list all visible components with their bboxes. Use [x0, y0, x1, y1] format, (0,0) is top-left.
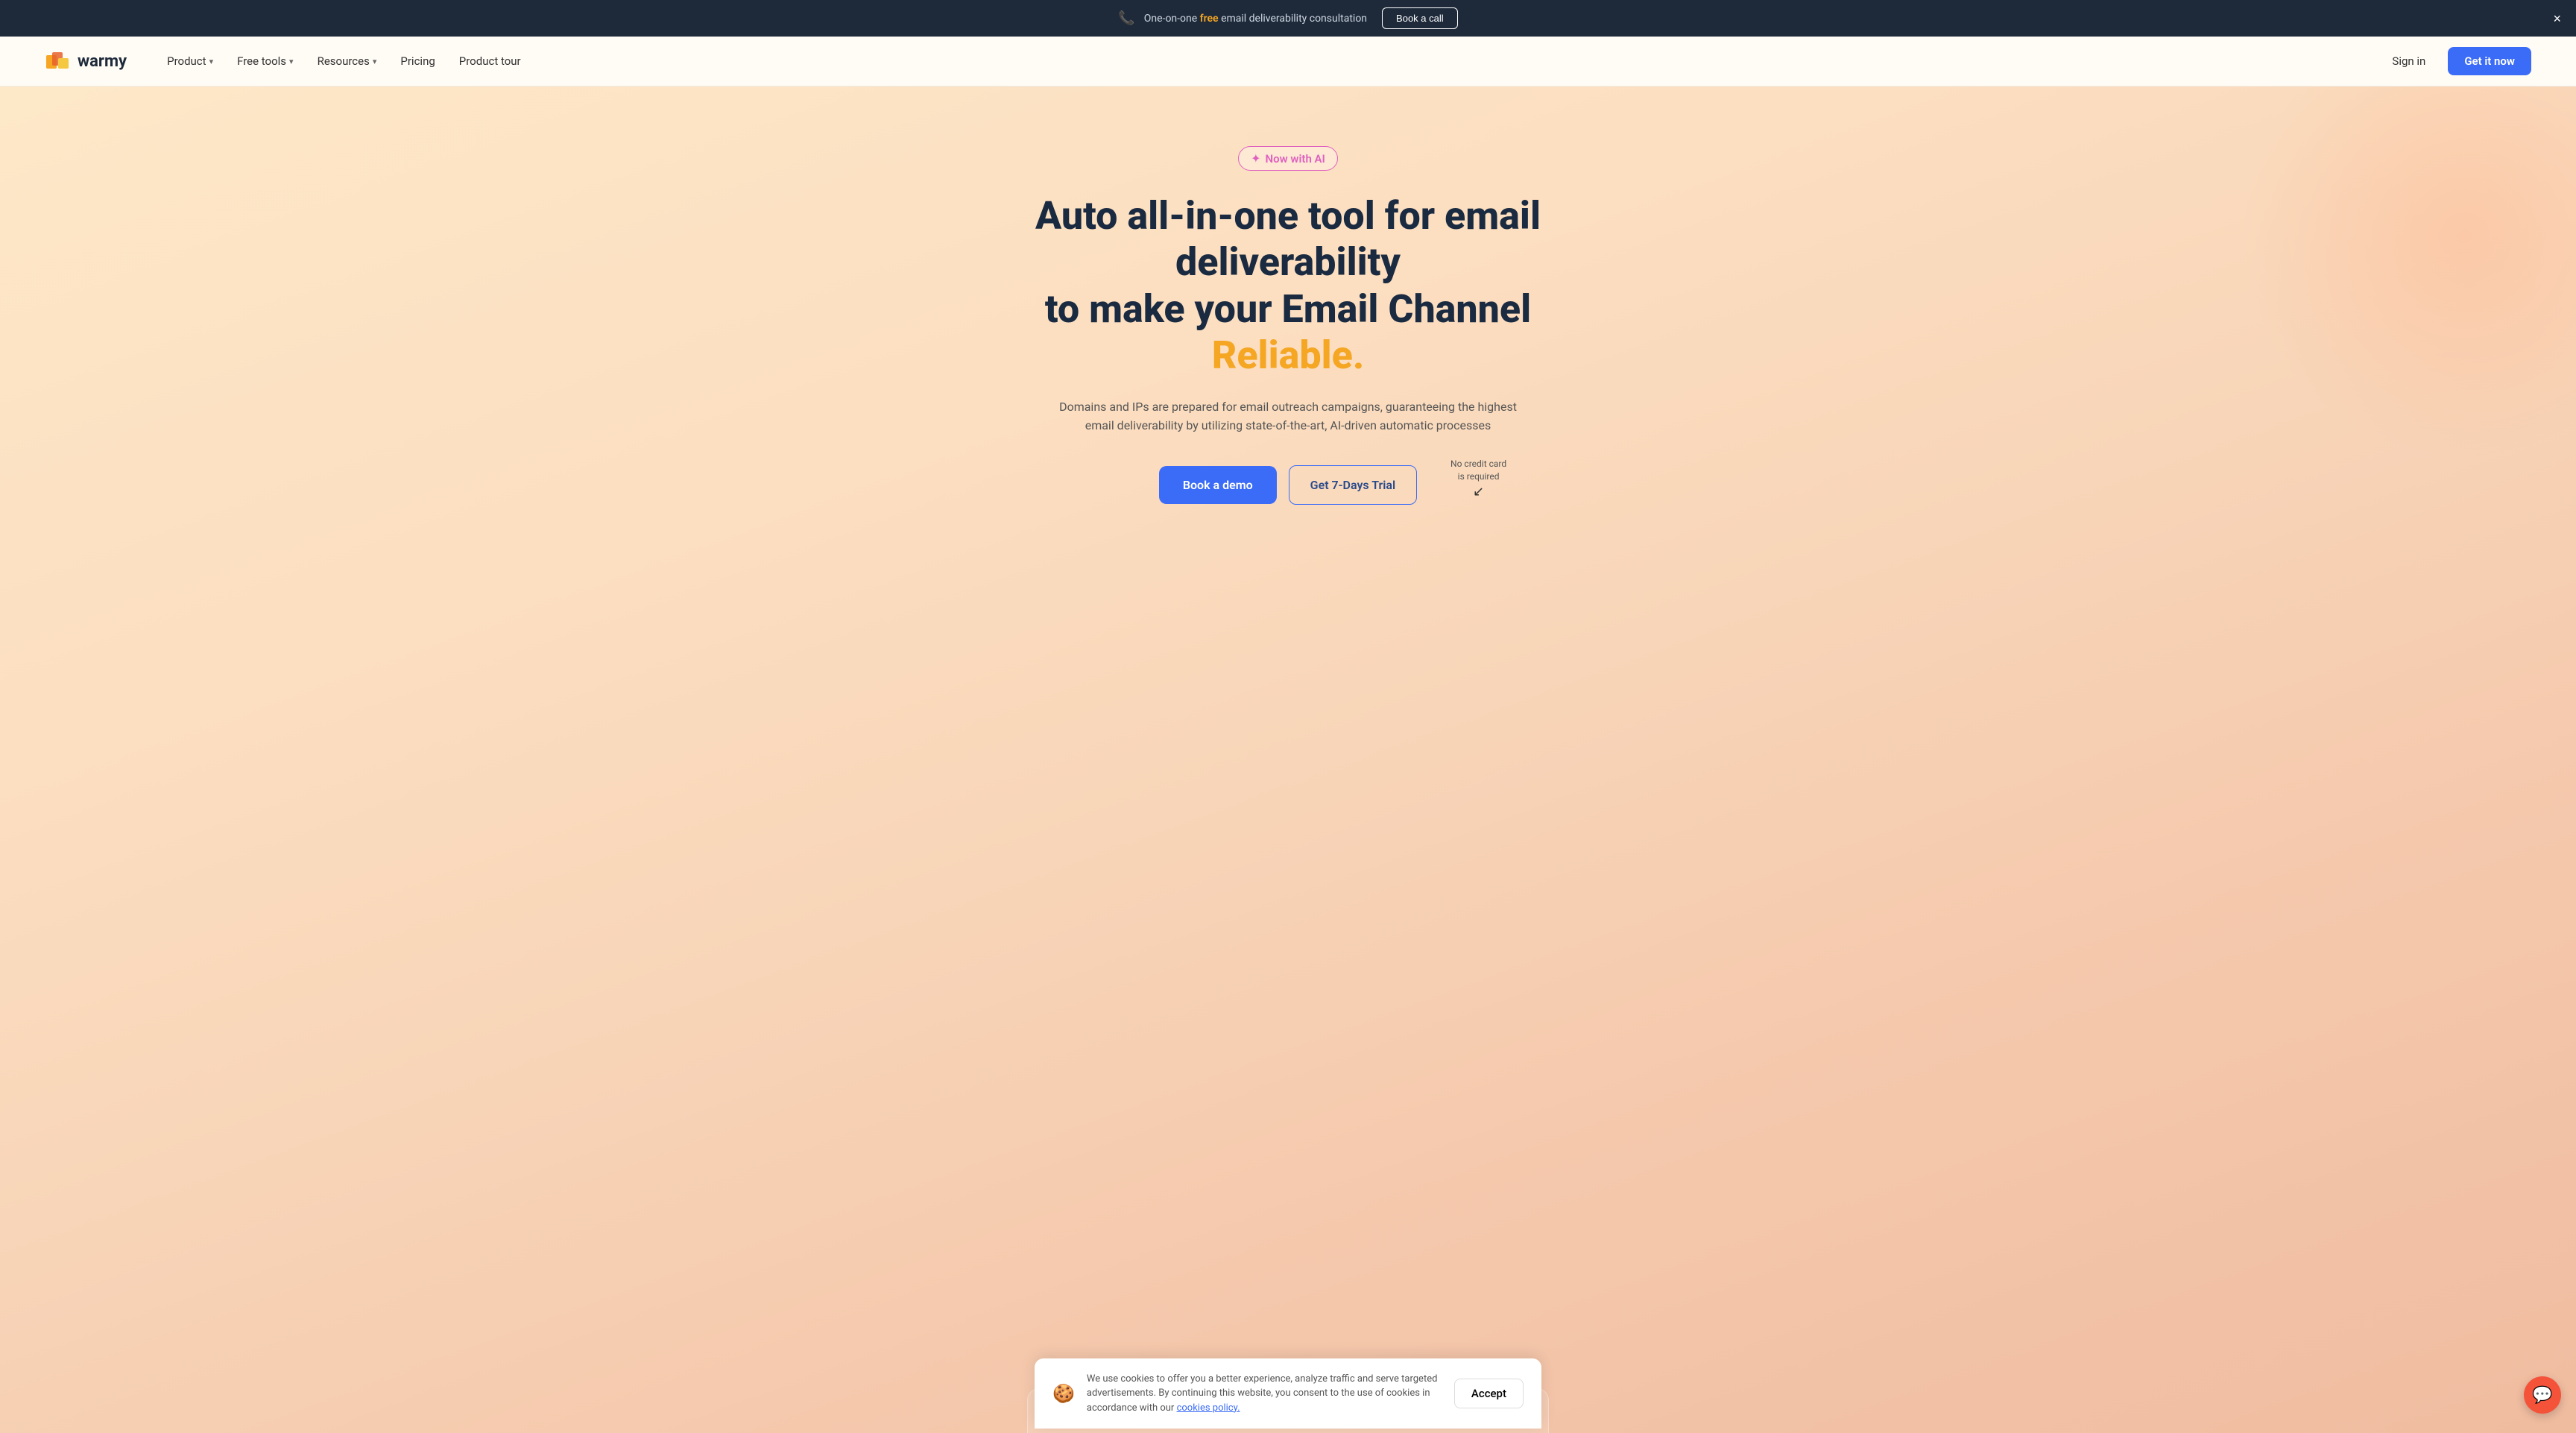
logo-icon — [45, 48, 72, 75]
nav-product-tour[interactable]: Product tour — [449, 48, 531, 74]
logo-text: warmy — [78, 52, 127, 71]
arrow-icon: ↙ — [1450, 482, 1506, 501]
hero-subtext: Domains and IPs are prepared for email o… — [1057, 397, 1519, 435]
nav-resources[interactable]: Resources ▾ — [307, 48, 388, 74]
reliable-text: Reliable. — [1212, 333, 1365, 378]
chat-bubble-button[interactable]: 💬 — [2524, 1376, 2561, 1414]
cookie-icon: 🍪 — [1052, 1383, 1075, 1404]
accept-cookies-button[interactable]: Accept — [1454, 1379, 1524, 1408]
hero-cta: Book a demo Get 7-Days Trial No credit c… — [1159, 465, 1417, 505]
announcement-close-button[interactable]: × — [2553, 12, 2561, 25]
cookies-policy-link[interactable]: cookies policy. — [1177, 1402, 1240, 1414]
free-tools-chevron-icon: ▾ — [289, 57, 294, 66]
nav-product[interactable]: Product ▾ — [157, 48, 224, 74]
product-chevron-icon: ▾ — [209, 57, 214, 66]
sparkle-icon: ✦ — [1251, 151, 1260, 166]
nav-right: Sign in Get it now — [2381, 47, 2531, 75]
announcement-text: One-on-one free email deliverability con… — [1144, 13, 1367, 25]
announcement-bar: 📞 One-on-one free email deliverability c… — [0, 0, 2576, 37]
cookie-bar: 🍪 We use cookies to offer you a better e… — [1035, 1358, 1541, 1429]
no-credit-card-notice: No credit card is required ↙ — [1450, 458, 1506, 502]
sign-in-button[interactable]: Sign in — [2381, 48, 2436, 74]
logo-link[interactable]: warmy — [45, 48, 127, 75]
get-it-now-button[interactable]: Get it now — [2448, 47, 2531, 75]
nav-pricing[interactable]: Pricing — [390, 48, 445, 74]
book-demo-button[interactable]: Book a demo — [1159, 466, 1277, 504]
hero-headline: Auto all-in-one tool for email deliverab… — [990, 193, 1586, 379]
resources-chevron-icon: ▾ — [373, 57, 377, 66]
ai-badge: ✦ Now with AI — [1238, 146, 1338, 171]
cookie-text: We use cookies to offer you a better exp… — [1087, 1372, 1442, 1416]
nav-links: Product ▾ Free tools ▾ Resources ▾ Prici… — [157, 48, 2381, 74]
book-call-button[interactable]: Book a call — [1382, 7, 1458, 29]
hero-section: ✦ Now with AI Auto all-in-one tool for e… — [0, 86, 2576, 1433]
navbar: warmy Product ▾ Free tools ▾ Resources ▾… — [0, 37, 2576, 86]
trial-button[interactable]: Get 7-Days Trial — [1289, 465, 1417, 505]
phone-icon: 📞 — [1118, 10, 1134, 26]
ai-badge-text: Now with AI — [1266, 152, 1325, 166]
nav-free-tools[interactable]: Free tools ▾ — [227, 48, 303, 74]
